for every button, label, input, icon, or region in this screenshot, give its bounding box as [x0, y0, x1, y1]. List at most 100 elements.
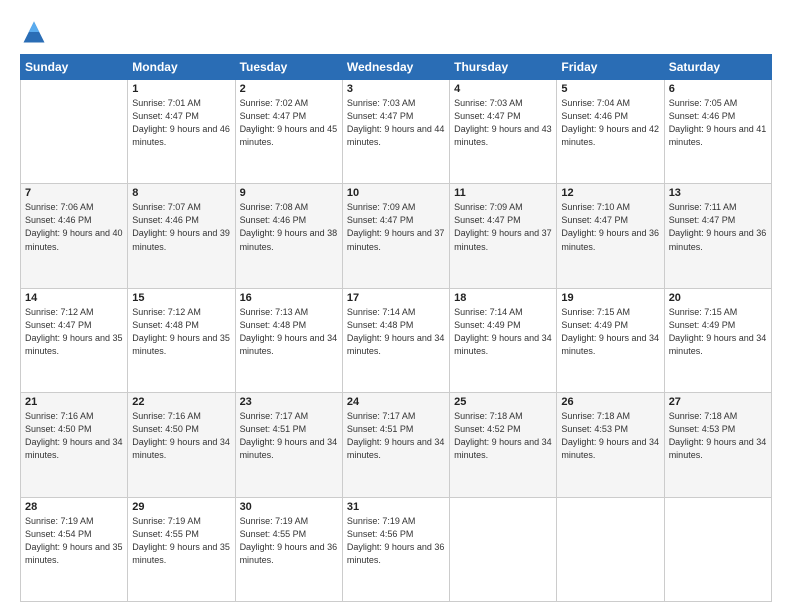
- calendar-cell: 4 Sunrise: 7:03 AM Sunset: 4:47 PM Dayli…: [450, 80, 557, 184]
- weekday-header-thursday: Thursday: [450, 55, 557, 80]
- sunset: Sunset: 4:47 PM: [561, 215, 628, 225]
- day-info: Sunrise: 7:12 AM Sunset: 4:47 PM Dayligh…: [25, 306, 123, 358]
- day-info: Sunrise: 7:19 AM Sunset: 4:56 PM Dayligh…: [347, 515, 445, 567]
- sunrise: Sunrise: 7:13 AM: [240, 307, 309, 317]
- sunset: Sunset: 4:56 PM: [347, 529, 414, 539]
- sunset: Sunset: 4:52 PM: [454, 424, 521, 434]
- calendar-cell: 11 Sunrise: 7:09 AM Sunset: 4:47 PM Dayl…: [450, 184, 557, 288]
- weekday-header-monday: Monday: [128, 55, 235, 80]
- sunrise: Sunrise: 7:10 AM: [561, 202, 630, 212]
- day-number: 9: [240, 187, 338, 199]
- sunset: Sunset: 4:55 PM: [132, 529, 199, 539]
- day-info: Sunrise: 7:09 AM Sunset: 4:47 PM Dayligh…: [454, 201, 552, 253]
- day-number: 23: [240, 396, 338, 408]
- daylight: Daylight: 9 hours and 35 minutes.: [132, 542, 230, 565]
- daylight: Daylight: 9 hours and 34 minutes.: [561, 437, 659, 460]
- day-info: Sunrise: 7:06 AM Sunset: 4:46 PM Dayligh…: [25, 201, 123, 253]
- sunset: Sunset: 4:49 PM: [669, 320, 736, 330]
- daylight: Daylight: 9 hours and 34 minutes.: [347, 333, 445, 356]
- sunset: Sunset: 4:53 PM: [669, 424, 736, 434]
- daylight: Daylight: 9 hours and 37 minutes.: [454, 228, 552, 251]
- day-info: Sunrise: 7:12 AM Sunset: 4:48 PM Dayligh…: [132, 306, 230, 358]
- daylight: Daylight: 9 hours and 35 minutes.: [132, 333, 230, 356]
- daylight: Daylight: 9 hours and 40 minutes.: [25, 228, 123, 251]
- sunrise: Sunrise: 7:17 AM: [240, 411, 309, 421]
- day-number: 7: [25, 187, 123, 199]
- daylight: Daylight: 9 hours and 38 minutes.: [240, 228, 338, 251]
- daylight: Daylight: 9 hours and 39 minutes.: [132, 228, 230, 251]
- sunrise: Sunrise: 7:05 AM: [669, 98, 738, 108]
- day-number: 4: [454, 83, 552, 95]
- daylight: Daylight: 9 hours and 34 minutes.: [669, 437, 767, 460]
- day-info: Sunrise: 7:13 AM Sunset: 4:48 PM Dayligh…: [240, 306, 338, 358]
- sunset: Sunset: 4:46 PM: [132, 215, 199, 225]
- logo: [20, 18, 52, 46]
- calendar-cell: 13 Sunrise: 7:11 AM Sunset: 4:47 PM Dayl…: [664, 184, 771, 288]
- calendar-cell: 20 Sunrise: 7:15 AM Sunset: 4:49 PM Dayl…: [664, 288, 771, 392]
- calendar-cell: [450, 497, 557, 601]
- day-number: 30: [240, 501, 338, 513]
- sunrise: Sunrise: 7:11 AM: [669, 202, 737, 212]
- daylight: Daylight: 9 hours and 46 minutes.: [132, 124, 230, 147]
- day-info: Sunrise: 7:15 AM Sunset: 4:49 PM Dayligh…: [669, 306, 767, 358]
- sunset: Sunset: 4:46 PM: [669, 111, 736, 121]
- day-info: Sunrise: 7:18 AM Sunset: 4:52 PM Dayligh…: [454, 410, 552, 462]
- calendar-cell: 14 Sunrise: 7:12 AM Sunset: 4:47 PM Dayl…: [21, 288, 128, 392]
- sunrise: Sunrise: 7:12 AM: [132, 307, 201, 317]
- calendar-cell: 12 Sunrise: 7:10 AM Sunset: 4:47 PM Dayl…: [557, 184, 664, 288]
- day-number: 5: [561, 83, 659, 95]
- day-info: Sunrise: 7:01 AM Sunset: 4:47 PM Dayligh…: [132, 97, 230, 149]
- sunset: Sunset: 4:51 PM: [240, 424, 307, 434]
- sunrise: Sunrise: 7:15 AM: [669, 307, 738, 317]
- day-number: 13: [669, 187, 767, 199]
- day-number: 19: [561, 292, 659, 304]
- calendar-cell: 27 Sunrise: 7:18 AM Sunset: 4:53 PM Dayl…: [664, 393, 771, 497]
- sunrise: Sunrise: 7:01 AM: [132, 98, 201, 108]
- weekday-header-row: SundayMondayTuesdayWednesdayThursdayFrid…: [21, 55, 772, 80]
- sunrise: Sunrise: 7:16 AM: [25, 411, 94, 421]
- weekday-header-sunday: Sunday: [21, 55, 128, 80]
- day-info: Sunrise: 7:18 AM Sunset: 4:53 PM Dayligh…: [669, 410, 767, 462]
- calendar-cell: 25 Sunrise: 7:18 AM Sunset: 4:52 PM Dayl…: [450, 393, 557, 497]
- sunrise: Sunrise: 7:19 AM: [132, 516, 201, 526]
- sunrise: Sunrise: 7:02 AM: [240, 98, 309, 108]
- sunset: Sunset: 4:49 PM: [454, 320, 521, 330]
- weekday-header-tuesday: Tuesday: [235, 55, 342, 80]
- week-row-1: 7 Sunrise: 7:06 AM Sunset: 4:46 PM Dayli…: [21, 184, 772, 288]
- sunrise: Sunrise: 7:18 AM: [669, 411, 738, 421]
- sunrise: Sunrise: 7:15 AM: [561, 307, 630, 317]
- day-info: Sunrise: 7:03 AM Sunset: 4:47 PM Dayligh…: [347, 97, 445, 149]
- day-number: 21: [25, 396, 123, 408]
- week-row-4: 28 Sunrise: 7:19 AM Sunset: 4:54 PM Dayl…: [21, 497, 772, 601]
- sunrise: Sunrise: 7:19 AM: [347, 516, 416, 526]
- sunset: Sunset: 4:47 PM: [240, 111, 307, 121]
- sunset: Sunset: 4:50 PM: [132, 424, 199, 434]
- day-info: Sunrise: 7:05 AM Sunset: 4:46 PM Dayligh…: [669, 97, 767, 149]
- daylight: Daylight: 9 hours and 43 minutes.: [454, 124, 552, 147]
- calendar-cell: 1 Sunrise: 7:01 AM Sunset: 4:47 PM Dayli…: [128, 80, 235, 184]
- week-row-2: 14 Sunrise: 7:12 AM Sunset: 4:47 PM Dayl…: [21, 288, 772, 392]
- calendar-cell: 8 Sunrise: 7:07 AM Sunset: 4:46 PM Dayli…: [128, 184, 235, 288]
- sunrise: Sunrise: 7:17 AM: [347, 411, 416, 421]
- daylight: Daylight: 9 hours and 34 minutes.: [561, 333, 659, 356]
- day-number: 28: [25, 501, 123, 513]
- calendar-cell: 26 Sunrise: 7:18 AM Sunset: 4:53 PM Dayl…: [557, 393, 664, 497]
- sunset: Sunset: 4:49 PM: [561, 320, 628, 330]
- day-info: Sunrise: 7:09 AM Sunset: 4:47 PM Dayligh…: [347, 201, 445, 253]
- week-row-0: 1 Sunrise: 7:01 AM Sunset: 4:47 PM Dayli…: [21, 80, 772, 184]
- sunset: Sunset: 4:46 PM: [240, 215, 307, 225]
- logo-icon: [20, 18, 48, 46]
- day-number: 29: [132, 501, 230, 513]
- sunset: Sunset: 4:51 PM: [347, 424, 414, 434]
- sunrise: Sunrise: 7:19 AM: [240, 516, 309, 526]
- daylight: Daylight: 9 hours and 34 minutes.: [25, 437, 123, 460]
- day-number: 6: [669, 83, 767, 95]
- day-number: 26: [561, 396, 659, 408]
- sunset: Sunset: 4:54 PM: [25, 529, 92, 539]
- day-number: 1: [132, 83, 230, 95]
- sunrise: Sunrise: 7:09 AM: [347, 202, 416, 212]
- weekday-header-saturday: Saturday: [664, 55, 771, 80]
- day-info: Sunrise: 7:14 AM Sunset: 4:49 PM Dayligh…: [454, 306, 552, 358]
- day-number: 8: [132, 187, 230, 199]
- calendar-cell: [21, 80, 128, 184]
